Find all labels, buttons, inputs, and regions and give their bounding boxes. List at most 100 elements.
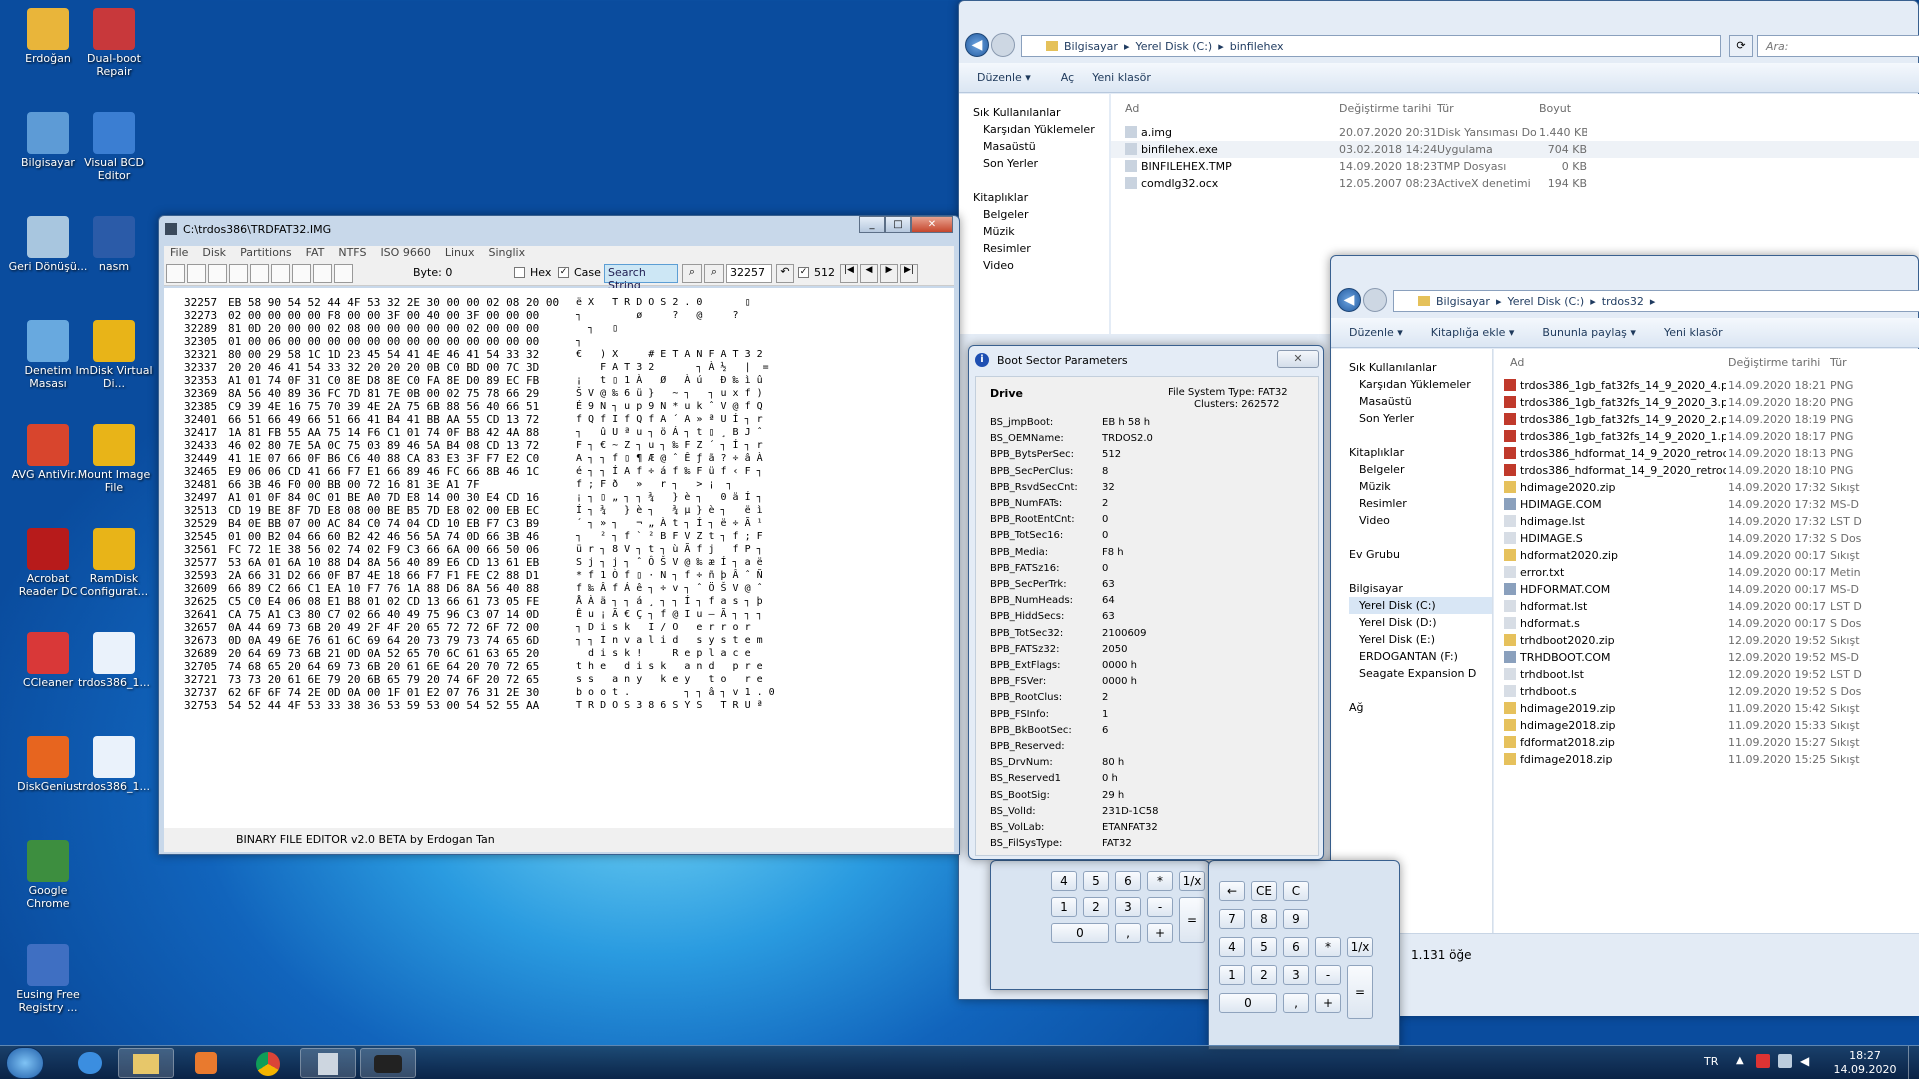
undo-icon[interactable]: ↶: [776, 264, 794, 283]
calc-key[interactable]: +: [1147, 923, 1173, 943]
file-row[interactable]: trdos386_1gb_fat32fs_14_9_2020_1.png 14.0…: [1494, 428, 1919, 445]
hex-bytes[interactable]: 02 00 00 00 00 F8 00 00 3F 00 40 00 3F 0…: [228, 309, 539, 322]
calc-key[interactable]: ←: [1219, 881, 1245, 901]
hex-bytes[interactable]: 73 73 20 61 6E 79 20 6B 65 79 20 74 6F 2…: [228, 673, 539, 686]
offset-input[interactable]: 32257: [726, 264, 772, 283]
file-row[interactable]: trdos386_1gb_fat32fs_14_9_2020_2.png 14.0…: [1494, 411, 1919, 428]
refresh-button[interactable]: ⟳: [1729, 35, 1753, 57]
minimize-button[interactable]: _: [859, 216, 885, 233]
nav-item[interactable]: Sık Kullanılanlar: [1349, 359, 1492, 376]
calc-key[interactable]: 6: [1115, 871, 1141, 891]
nav-item[interactable]: Belgeler: [973, 206, 1109, 223]
hex-ascii[interactable]: é ┐ ┐ Í A f ÷ á f ‰ F ü f ‹ F ┐: [576, 465, 763, 478]
hex-row[interactable]: 32625 C5 C0 E4 06 08 E1 B8 01 02 CD 13 66…: [184, 595, 944, 608]
hex-row[interactable]: 32641 CA 75 A1 C3 80 C7 02 66 40 49 75 96…: [184, 608, 944, 621]
nav-item[interactable]: Müzik: [1349, 478, 1492, 495]
hex-bytes[interactable]: A1 01 74 0F 31 C0 8E D8 8E C0 FA 8E D0 8…: [228, 374, 539, 387]
exit-icon[interactable]: [334, 264, 353, 283]
hex-bytes[interactable]: 53 6A 01 6A 10 88 D4 8A 56 40 89 E6 CD 1…: [228, 556, 539, 569]
media-player-taskbar-icon[interactable]: [178, 1048, 234, 1078]
nav-item[interactable]: Karşıdan Yüklemeler: [1349, 376, 1492, 393]
nav-item[interactable]: Karşıdan Yüklemeler: [973, 121, 1109, 138]
nav-item[interactable]: Resimler: [973, 240, 1109, 257]
calc-key[interactable]: 0: [1051, 923, 1109, 943]
address-bar[interactable]: Bilgisayar ▸ Yerel Disk (C:) ▸ binfilehex: [1021, 35, 1721, 57]
hex-ascii[interactable]: A ┐ ┐ f ▯ ¶ Æ @ ˆ Ê ƒ ã ? ÷ â À: [576, 452, 763, 465]
hex-row[interactable]: 32417 1A 81 FB 55 AA 75 14 F6 C1 01 74 0F…: [184, 426, 944, 439]
calc-key[interactable]: =: [1179, 897, 1205, 943]
new-icon[interactable]: [292, 264, 311, 283]
calc-key[interactable]: 0: [1219, 993, 1277, 1013]
nav-item[interactable]: Resimler: [1349, 495, 1492, 512]
col-name[interactable]: Ad: [1125, 94, 1139, 124]
hex-row[interactable]: 32385 C9 39 4E 16 75 70 39 4E 2A 75 6B 88…: [184, 400, 944, 413]
calc-key[interactable]: 1: [1051, 897, 1077, 917]
file-row[interactable]: hdformat.lst 14.09.2020 00:17 LST D: [1494, 598, 1919, 615]
nav-item[interactable]: Ağ: [1349, 699, 1492, 716]
hex-row[interactable]: 32593 2A 66 31 D2 66 0F B7 4E 18 66 F7 F1…: [184, 569, 944, 582]
file-row[interactable]: trdos386_1gb_fat32fs_14_9_2020_4.png 14.0…: [1494, 377, 1919, 394]
hex-row[interactable]: 32561 FC 72 1E 38 56 02 74 02 F9 C3 66 6A…: [184, 543, 944, 556]
file-row[interactable]: HDIMAGE.COM 14.09.2020 17:32 MS-D: [1494, 496, 1919, 513]
col-name[interactable]: Ad: [1510, 349, 1524, 377]
hex-ascii[interactable]: t h e d i s k a n d p r e: [576, 660, 763, 673]
desktop-icon[interactable]: Google Chrome: [8, 840, 88, 910]
nav-item[interactable]: Masaüstü: [973, 138, 1109, 155]
calc-key[interactable]: 8: [1251, 909, 1277, 929]
hex-row[interactable]: 32497 A1 01 0F 84 0C 01 BE A0 7D E8 14 00…: [184, 491, 944, 504]
back-button[interactable]: ◀: [965, 33, 989, 57]
hex-checkbox[interactable]: [514, 267, 525, 278]
calc-key[interactable]: ,: [1115, 923, 1141, 943]
nav-item[interactable]: Kitaplıklar: [973, 189, 1109, 206]
hex-ascii[interactable]: ┐ ┐ I n v a l i d s y s t e m: [576, 634, 763, 647]
calc-key[interactable]: 6: [1283, 937, 1309, 957]
hex-ascii[interactable]: ┐ ▯: [576, 322, 618, 335]
col-type[interactable]: Tür: [1437, 94, 1454, 124]
calc-key[interactable]: 5: [1251, 937, 1277, 957]
file-row[interactable]: fdformat2018.zip 11.09.2020 15:27 Sıkışt: [1494, 734, 1919, 751]
file-row[interactable]: binfilehex.exe 03.02.2018 14:24 Uygulama 70…: [1111, 141, 1919, 158]
desktop-icon[interactable]: trdos386_1...: [74, 632, 154, 689]
calc-key[interactable]: ,: [1283, 993, 1309, 1013]
open-icon[interactable]: [166, 264, 185, 283]
hex-row[interactable]: 32257 EB 58 90 54 52 44 4F 53 32 2E 30 00…: [184, 296, 944, 309]
hex-ascii[interactable]: Å À ä ┐ ┐ á ¸ ┐ ┐ Í ┐ f a s ┐ þ: [576, 595, 763, 608]
prev-sector-button[interactable]: ◀: [860, 264, 878, 283]
file-row[interactable]: BINFILEHEX.TMP 14.09.2020 18:23 TMP Dosyas…: [1111, 158, 1919, 175]
new-folder-button[interactable]: Yeni klasör: [1092, 71, 1151, 84]
nav-item[interactable]: Video: [1349, 512, 1492, 529]
hex-ascii[interactable]: d i s k ! R e p l a c e: [576, 647, 751, 660]
file-row[interactable]: TRHDBOOT.COM 12.09.2020 19:52 MS-D: [1494, 649, 1919, 666]
organize-button[interactable]: Düzenle ▾: [977, 71, 1031, 84]
close-icon[interactable]: [271, 264, 290, 283]
hex-ascii[interactable]: ¡ t ▯ 1 À Ø À ú Ð ‰ ì û: [576, 374, 763, 387]
calc-key[interactable]: 4: [1219, 937, 1245, 957]
calc-key[interactable]: 7: [1219, 909, 1245, 929]
organize-button[interactable]: Düzenle ▾: [1349, 326, 1403, 339]
col-type[interactable]: Tür: [1830, 349, 1847, 377]
hex-row[interactable]: 32353 A1 01 74 0F 31 C0 8E D8 8E C0 FA 8E…: [184, 374, 944, 387]
hex-bytes[interactable]: 80 00 29 58 1C 1D 23 45 54 41 4E 46 41 5…: [228, 348, 539, 361]
hex-ascii[interactable]: ┐: [576, 335, 582, 348]
desktop-icon[interactable]: Mount Image File: [74, 424, 154, 494]
next-sector-button[interactable]: ▶: [880, 264, 898, 283]
hex-row[interactable]: 32689 20 64 69 73 6B 21 0D 0A 52 65 70 6C…: [184, 647, 944, 660]
hex-row[interactable]: 32721 73 73 20 61 6E 79 20 6B 65 79 20 74…: [184, 673, 944, 686]
nav-item[interactable]: Masaüstü: [1349, 393, 1492, 410]
file-row[interactable]: hdimage2020.zip 14.09.2020 17:32 Sıkışt: [1494, 479, 1919, 496]
hex-row[interactable]: 32529 B4 0E BB 07 00 AC 84 C0 74 04 CD 10…: [184, 517, 944, 530]
new-folder-button[interactable]: Yeni klasör: [1664, 326, 1723, 339]
calc-key[interactable]: 4: [1051, 871, 1077, 891]
file-row[interactable]: hdimage2018.zip 11.09.2020 15:33 Sıkışt: [1494, 717, 1919, 734]
file-row[interactable]: error.txt 14.09.2020 00:17 Metin: [1494, 564, 1919, 581]
calc-key[interactable]: 3: [1115, 897, 1141, 917]
tray-arrow-icon[interactable]: ▲: [1736, 1055, 1744, 1066]
hex-ascii[interactable]: F A T 3 2 ┐ À ½ | =: [576, 361, 769, 374]
file-row[interactable]: a.img 20.07.2020 20:31 Disk Yansıması Do..…: [1111, 124, 1919, 141]
start-button[interactable]: [6, 1047, 44, 1079]
hex-bytes[interactable]: 20 20 46 41 54 33 32 20 20 20 0B C0 BD 0…: [228, 361, 539, 374]
file-row[interactable]: trhdboot2020.zip 12.09.2020 19:52 Sıkışt: [1494, 632, 1919, 649]
nav-item[interactable]: Kitaplıklar: [1349, 444, 1492, 461]
hex-bytes[interactable]: 54 52 44 4F 53 33 38 36 53 59 53 00 54 5…: [228, 699, 539, 712]
hex-bytes[interactable]: FC 72 1E 38 56 02 74 02 F9 C3 66 6A 00 6…: [228, 543, 539, 556]
